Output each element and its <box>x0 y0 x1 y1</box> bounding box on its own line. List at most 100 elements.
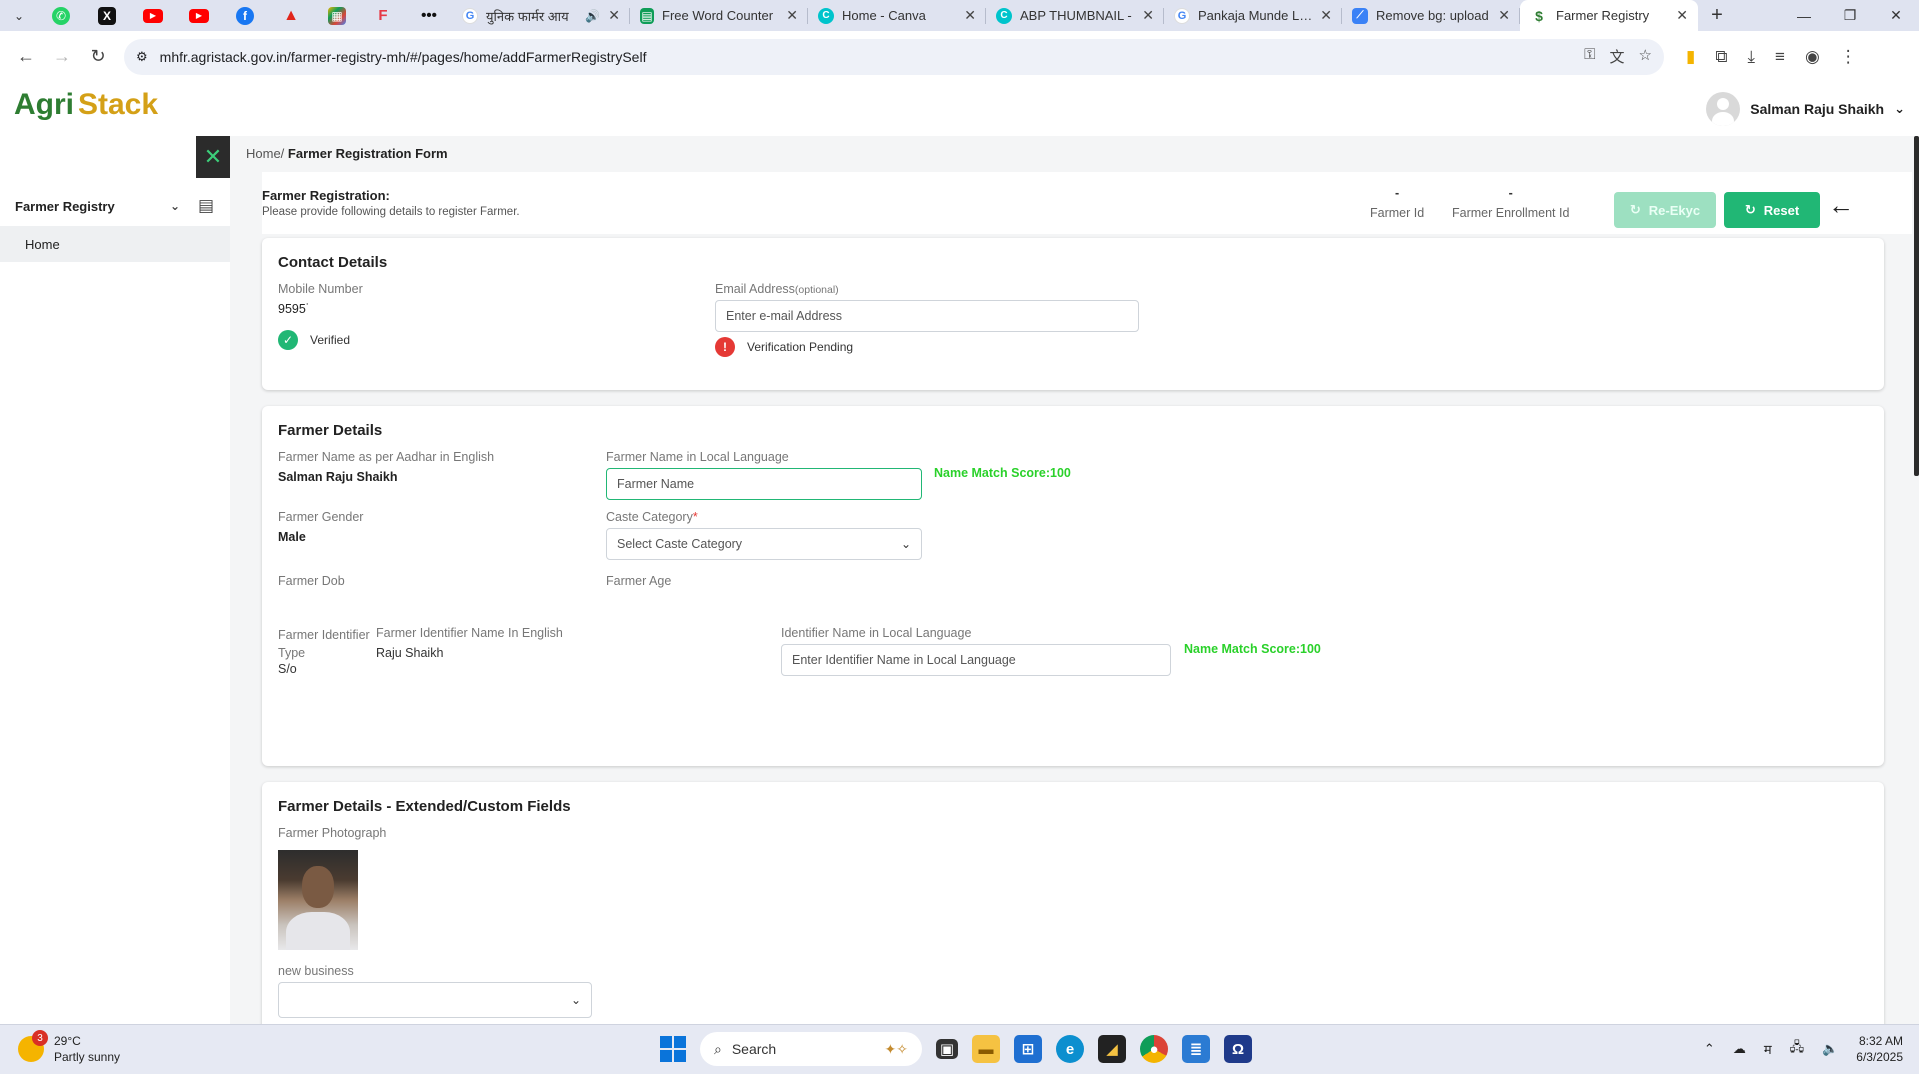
pinned-tab-dots[interactable]: ••• <box>406 0 452 31</box>
pinned-tab-youtube-2[interactable]: ▶ <box>176 0 222 31</box>
close-icon[interactable]: ✕ <box>1676 7 1688 24</box>
task-view-icon[interactable]: ▣ <box>936 1039 958 1059</box>
optional-tag: (optional) <box>794 284 839 296</box>
caste-category-select[interactable]: Select Caste Category ⌄ <box>606 528 922 560</box>
pinned-tab-flipkart[interactable]: F <box>360 0 406 31</box>
search-label: Search <box>731 1041 777 1057</box>
pinned-tab-apps[interactable]: ▦ <box>314 0 360 31</box>
minimize-icon[interactable]: — <box>1781 0 1827 31</box>
taskbar-search[interactable]: ⌕ Search ✦✧ <box>700 1032 922 1066</box>
restore-icon[interactable]: ❐ <box>1827 0 1873 31</box>
cloud-offline-icon[interactable]: ☁ <box>1733 1041 1746 1057</box>
edge-icon[interactable]: e <box>1056 1035 1084 1063</box>
agristack-logo[interactable]: Agri Stack <box>14 88 158 122</box>
address-bar[interactable]: ⚙ mhfr.agristack.gov.in/farmer-registry-… <box>124 38 1664 75</box>
tab-farmer-registry[interactable]: $ Farmer Registry ✕ <box>1520 0 1698 31</box>
reset-button[interactable]: ↻ Reset <box>1724 192 1820 228</box>
file-explorer-icon[interactable]: ▬ <box>972 1035 1000 1063</box>
window-controls: — ❐ ✕ <box>1781 0 1919 31</box>
form-header: Farmer Registration: Please provide foll… <box>262 172 1912 234</box>
breadcrumb-home[interactable]: Home/ <box>246 146 284 161</box>
tab-abp-thumbnail[interactable]: C ABP THUMBNAIL - ✕ <box>986 0 1164 31</box>
close-icon[interactable]: ✕ <box>964 7 976 24</box>
forward-button[interactable]: → <box>44 39 80 75</box>
chevron-down-icon[interactable]: ⌄ <box>170 199 180 213</box>
taskbar-clock[interactable]: 8:32 AM 6/3/2025 <box>1856 1033 1903 1065</box>
chrome-icon[interactable]: ● <box>1140 1035 1168 1063</box>
chevron-up-icon[interactable]: ⌃ <box>1704 1041 1715 1057</box>
sticky-notes-icon[interactable]: ◢ <box>1098 1035 1126 1063</box>
tab-remove-bg[interactable]: ⟋ Remove bg: upload ✕ <box>1342 0 1520 31</box>
browser-menu-icon[interactable]: ⋮ <box>1840 47 1857 67</box>
notepad-icon[interactable]: ≣ <box>1182 1035 1210 1063</box>
status-text: Verification Pending <box>747 340 854 354</box>
user-name: Salman Raju Shaikh <box>1750 101 1885 117</box>
photo-label: Farmer Photograph <box>278 826 387 840</box>
add-list-icon[interactable]: ▤ <box>198 196 214 216</box>
re-ekyc-button[interactable]: ↻ Re-Ekyc <box>1614 192 1716 228</box>
status-text: Verified <box>310 333 351 347</box>
sidebar-close-button[interactable]: ✕ <box>196 136 230 178</box>
download-icon[interactable]: ⤓ <box>1748 47 1756 67</box>
media-control-icon[interactable]: ≡ <box>1775 47 1785 67</box>
speaker-icon[interactable]: 🔊 <box>585 9 600 23</box>
close-icon[interactable]: ✕ <box>1498 7 1510 24</box>
tab-unique-farmer[interactable]: G युनिक फार्मर आय 🔊 ✕ <box>452 0 630 31</box>
page-scrollbar[interactable] <box>1914 136 1919 476</box>
pinned-tab-whatsapp[interactable]: ✆ <box>38 0 84 31</box>
copilot-sparkle-icon: ✦✧ <box>884 1040 908 1057</box>
identifier-type-label-line: Type <box>278 646 306 660</box>
breadcrumb: Home/ Farmer Registration Form <box>246 146 448 161</box>
enrollment-id-label: Farmer Enrollment Id <box>1452 206 1570 220</box>
sidebar-section-farmer-registry[interactable]: Farmer Registry ⌄ ▤ <box>0 186 230 226</box>
caste-placeholder: Select Caste Category <box>617 537 743 551</box>
gender-label: Farmer Gender <box>278 510 364 524</box>
pinned-tab-x[interactable]: X <box>84 0 130 31</box>
close-icon[interactable]: ✕ <box>1320 7 1332 24</box>
email-label: Email Address(optional) <box>715 282 839 296</box>
weather-widget[interactable]: 3 29°C Partly sunny <box>18 1030 120 1065</box>
tab-word-counter[interactable]: ▤ Free Word Counter ✕ <box>630 0 808 31</box>
close-icon[interactable]: ✕ <box>786 7 798 24</box>
identifier-local-input[interactable]: Enter Identifier Name in Local Language <box>781 644 1171 676</box>
site-info-icon[interactable]: ⚙ <box>136 49 148 65</box>
farmer-name-local-input[interactable]: Farmer Name <box>606 468 922 500</box>
back-arrow-icon[interactable]: ← <box>1828 190 1854 221</box>
chevron-down-icon: ⌄ <box>570 993 581 1007</box>
password-key-icon[interactable]: ⚿ <box>1584 46 1595 67</box>
adobe-icon: ▲ <box>283 6 299 24</box>
bookmark-star-icon[interactable]: ☆ <box>1639 46 1652 67</box>
x-icon: X <box>98 6 116 25</box>
farmer-details-card: Farmer Details Farmer Name as per Aadhar… <box>262 406 1884 766</box>
profile-avatar-icon[interactable]: ◉ <box>1805 47 1820 67</box>
back-button[interactable]: ← <box>8 39 44 75</box>
extension-icon[interactable]: ▮ <box>1686 47 1695 67</box>
pinned-tab-adobe[interactable]: ▲ <box>268 0 314 31</box>
pinned-tab-youtube-1[interactable]: ▶ <box>130 0 176 31</box>
section-title: Farmer Details <box>278 422 383 439</box>
close-icon[interactable]: ✕ <box>608 7 620 24</box>
tab-pankaja-munde[interactable]: G Pankaja Munde LIVE ✕ <box>1164 0 1342 31</box>
microsoft-store-icon[interactable]: ⊞ <box>1014 1035 1042 1063</box>
tab-search-icon[interactable]: ⌄ <box>0 0 38 31</box>
new-business-select[interactable]: ⌄ <box>278 982 592 1018</box>
pinned-tab-facebook[interactable]: f <box>222 0 268 31</box>
volume-icon[interactable]: 🔈 <box>1822 1041 1838 1057</box>
omega-app-icon[interactable]: Ω <box>1224 1035 1252 1063</box>
breadcrumb-current: Farmer Registration Form <box>287 146 448 161</box>
puzzle-extensions-icon[interactable]: ⧉ <box>1715 47 1727 67</box>
network-icon[interactable]: 🖧 <box>1790 1038 1805 1060</box>
new-tab-button[interactable]: + <box>1698 0 1736 31</box>
email-input[interactable]: Enter e-mail Address <box>715 300 1139 332</box>
reload-button[interactable]: ↻ <box>80 39 116 75</box>
window-close-icon[interactable]: ✕ <box>1873 0 1919 31</box>
user-menu[interactable]: Salman Raju Shaikh ⌄ <box>1706 92 1905 126</box>
windows-start-icon[interactable] <box>660 1036 686 1062</box>
identifier-match-score: Name Match Score:100 <box>1184 642 1321 656</box>
ime-indicator[interactable]: म <box>1764 1040 1772 1058</box>
close-icon[interactable]: ✕ <box>1142 7 1154 24</box>
tab-canva-home[interactable]: C Home - Canva ✕ <box>808 0 986 31</box>
dob-label: Farmer Dob <box>278 574 345 588</box>
translate-icon[interactable]: 文 <box>1610 46 1625 67</box>
sidebar-item-home[interactable]: Home <box>0 226 230 262</box>
